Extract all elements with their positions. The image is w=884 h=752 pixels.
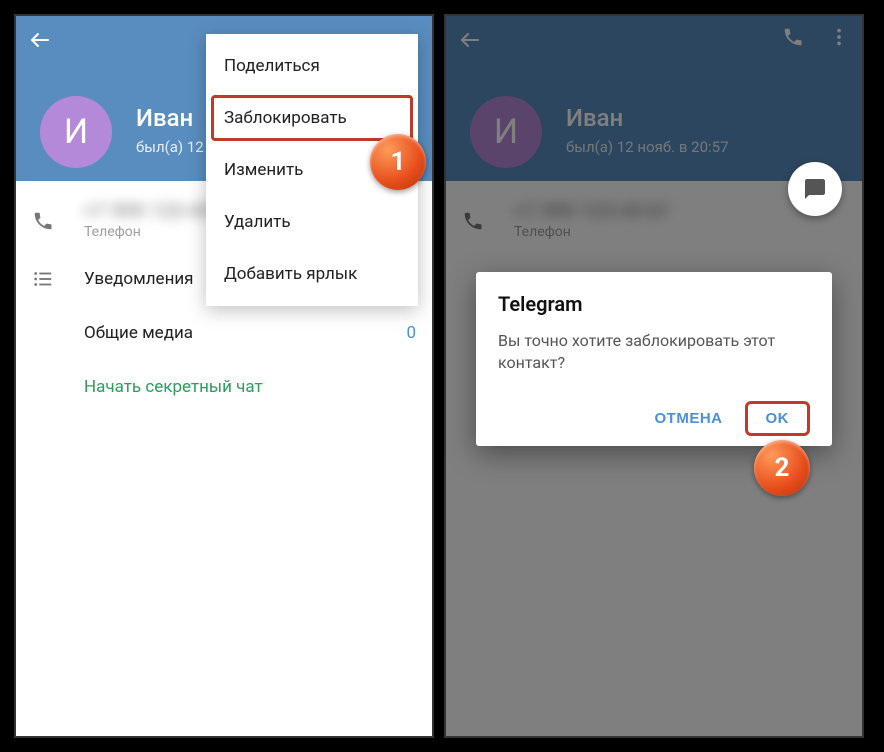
phone-icon — [32, 210, 54, 232]
confirm-block-dialog: Telegram Вы точно хотите заблокировать э… — [476, 272, 832, 446]
annotation-step-2: 2 — [754, 440, 810, 496]
avatar-letter: И — [64, 112, 88, 152]
shared-media-row[interactable]: Общие медиа 0 — [16, 306, 432, 360]
dialog-title: Telegram — [498, 292, 810, 316]
step-number: 2 — [775, 453, 790, 483]
screenshot-left: И Иван был(а) 12 нояб. в 20:57 +7 999 12… — [14, 14, 434, 738]
profile-name: Иван — [136, 104, 193, 132]
back-arrow-icon[interactable] — [28, 28, 52, 52]
chat-fab[interactable] — [788, 162, 842, 216]
annotation-step-1: 1 — [370, 134, 426, 190]
list-icon — [32, 268, 54, 290]
notifications-label: Уведомления — [84, 269, 194, 289]
menu-item-delete[interactable]: Удалить — [206, 196, 418, 248]
chat-icon — [803, 177, 827, 201]
avatar[interactable]: И — [40, 96, 112, 168]
secret-chat-label: Начать секретный чат — [84, 377, 263, 397]
cancel-button[interactable]: ОТМЕНА — [641, 402, 737, 435]
shared-media-label: Общие медиа — [84, 323, 193, 343]
menu-item-share[interactable]: Поделиться — [206, 40, 418, 92]
secret-chat-row[interactable]: Начать секретный чат — [16, 360, 432, 414]
shared-media-value: 0 — [406, 323, 416, 343]
menu-item-block[interactable]: Заблокировать — [210, 94, 414, 142]
step-number: 1 — [391, 147, 406, 177]
screenshot-right: И Иван был(а) 12 нояб. в 20:57 +7 999 12… — [444, 14, 864, 738]
menu-item-add-shortcut[interactable]: Добавить ярлык — [206, 248, 418, 300]
ok-button[interactable]: OK — [745, 401, 811, 436]
dialog-message: Вы точно хотите заблокировать этот конта… — [498, 330, 810, 375]
